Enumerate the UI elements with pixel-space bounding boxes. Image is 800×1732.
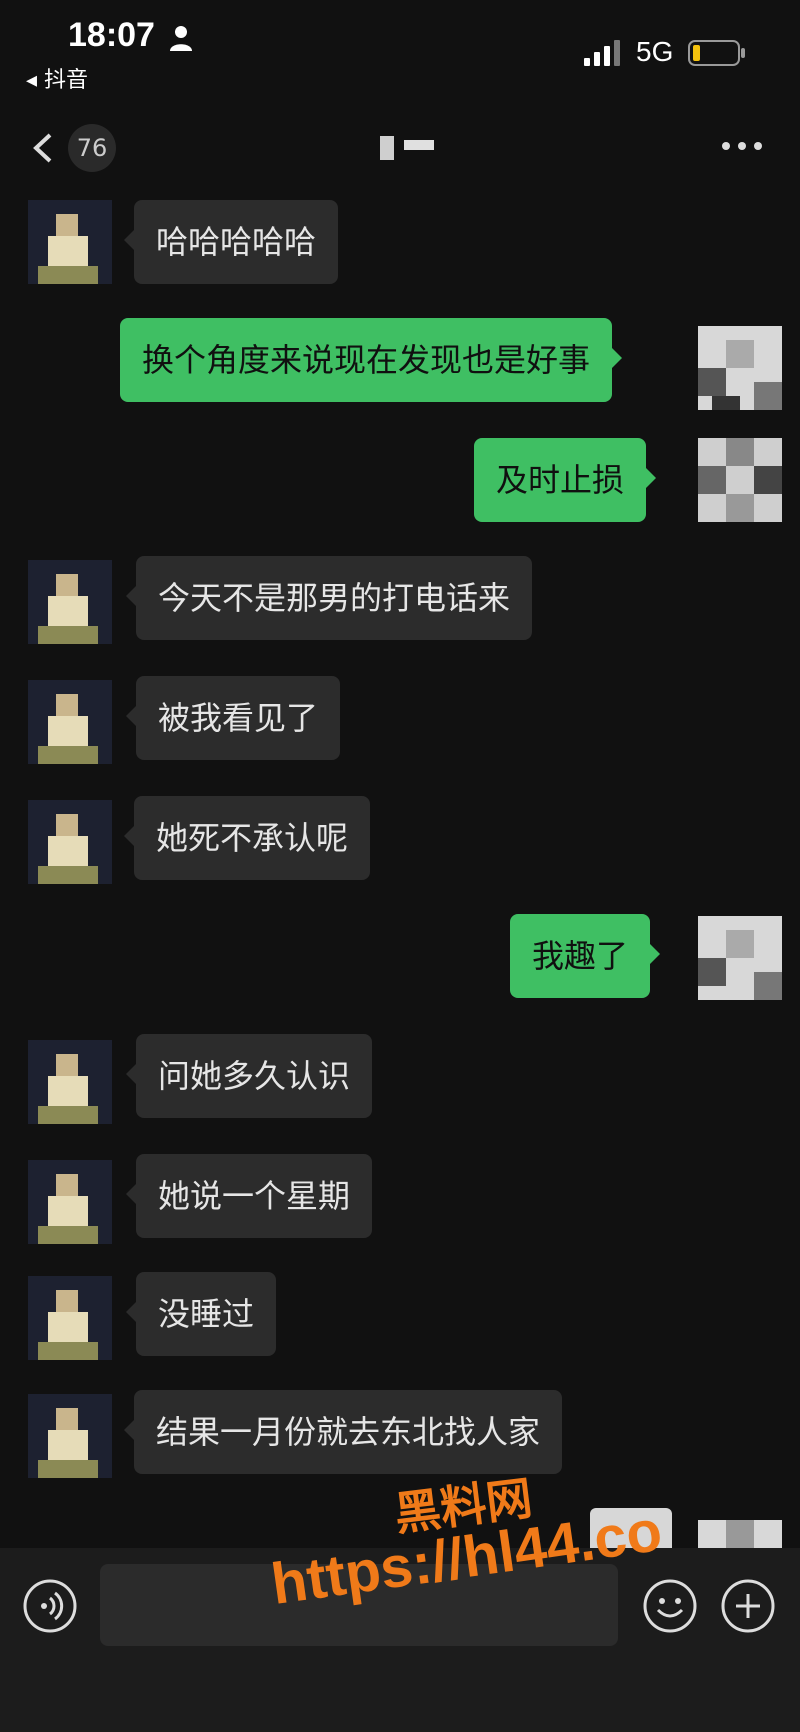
back-chevron-icon [33,133,52,163]
chat-title-redacted [380,136,434,160]
avatar[interactable] [698,916,782,1000]
unread-count-badge: 76 [68,124,116,172]
message-text[interactable]: 没睡过 [125,1272,277,1356]
message-text[interactable]: 换个角度来说现在发现也是好事 [120,318,623,402]
avatar[interactable] [28,800,112,884]
chat-header: 76 [0,110,800,186]
avatar[interactable] [698,438,782,522]
message-text[interactable]: 被我看见了 [125,676,341,760]
voice-icon[interactable] [22,1578,78,1634]
back-button[interactable]: 76 [30,124,126,172]
more-dots-icon[interactable] [720,134,764,158]
person-icon [170,26,192,51]
avatar[interactable] [28,1394,112,1478]
message-text[interactable]: 问她多久认识 [125,1034,373,1118]
network-type: 5G [636,36,674,67]
avatar[interactable] [28,1040,112,1124]
emoji-icon[interactable] [642,1578,698,1634]
avatar[interactable] [28,1160,112,1244]
avatar[interactable] [28,680,112,764]
avatar[interactable] [698,1520,782,1548]
message-text[interactable]: 她说一个星期 [125,1154,373,1238]
status-time: 18:07 [68,16,155,54]
battery-icon [688,40,745,66]
plus-icon[interactable] [720,1578,776,1634]
message-text[interactable]: 我趣了 [510,914,661,998]
avatar[interactable] [28,1276,112,1360]
signal-icon [584,40,620,66]
back-to-app-link[interactable]: ◂ 抖音 [26,62,88,94]
message-text[interactable]: 结果一月份就去东北找人家 [123,1390,563,1474]
status-bar: 18:07 ◂ 抖音 5G [0,0,800,110]
message-text[interactable]: 及时止损 [474,438,657,522]
message-text[interactable]: 今天不是那男的打电话来 [125,556,533,640]
message-text[interactable]: 她死不承认呢 [123,796,371,880]
avatar[interactable] [28,200,112,284]
message-text[interactable]: 哈哈哈哈哈 [123,200,339,284]
avatar[interactable] [698,326,782,410]
avatar[interactable] [28,560,112,644]
